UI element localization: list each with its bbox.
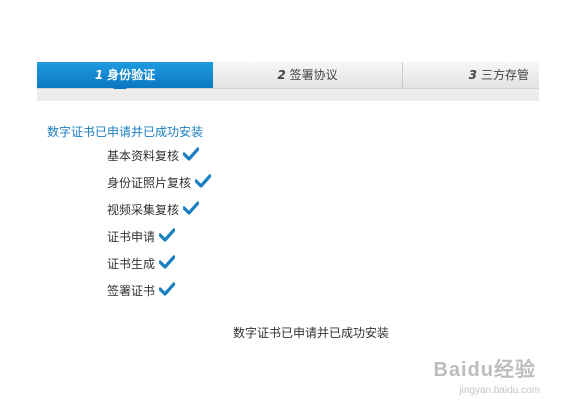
checklist-item-label: 基本资料复核 xyxy=(107,149,180,163)
checklist-item-label: 证书生成 xyxy=(107,257,156,271)
step-number: 2 xyxy=(277,68,286,82)
watermark-logo: Baidu经验 xyxy=(433,359,536,381)
step-identity-verification: 1 身份验证 xyxy=(37,62,213,95)
step-number: 3 xyxy=(468,68,477,82)
verification-checklist: 基本资料复核 身份证照片复核 视频采集复核 证书申请 证书生成 签署证书 xyxy=(107,146,212,308)
list-item: 证书申请 xyxy=(107,227,211,254)
watermark-url: jingyan.baidu.com xyxy=(459,385,540,396)
step-number: 1 xyxy=(94,68,104,82)
success-message-text: 数字证书已申请并已成功安装 xyxy=(232,326,389,340)
step-label: 三方存管 xyxy=(480,68,529,82)
checkmark-icon xyxy=(158,255,176,275)
step-sign-agreement: 2 签署协议 xyxy=(213,62,403,88)
success-headline: 数字证书已申请并已成功安装 xyxy=(47,125,204,139)
list-item: 基本资料复核 xyxy=(107,146,211,173)
checklist-item-label: 证书申请 xyxy=(107,230,156,244)
step-label: 身份验证 xyxy=(107,68,156,82)
list-item: 视频采集复核 xyxy=(107,200,211,227)
checkmark-icon xyxy=(194,174,212,194)
success-message: 数字证书已申请并已成功安装 xyxy=(0,324,570,341)
step-label: 签署协议 xyxy=(289,68,338,82)
stepper-underlay xyxy=(37,89,539,101)
list-item: 证书生成 xyxy=(107,254,211,281)
list-item: 签署证书 xyxy=(107,281,211,308)
checklist-item-label: 签署证书 xyxy=(107,284,156,298)
checkmark-icon xyxy=(158,228,176,248)
step-progress-bar: 1 身份验证 2 签署协议 3 三方存管 xyxy=(37,62,539,95)
checklist-item-label: 身份证照片复核 xyxy=(107,176,192,190)
step-third-party-custody: 3 三方存管 xyxy=(403,62,539,88)
checklist-item-label: 视频采集复核 xyxy=(107,203,180,217)
checkmark-icon xyxy=(158,282,176,302)
checkmark-icon xyxy=(182,147,200,167)
list-item: 身份证照片复核 xyxy=(107,173,212,200)
checkmark-icon xyxy=(182,201,200,221)
